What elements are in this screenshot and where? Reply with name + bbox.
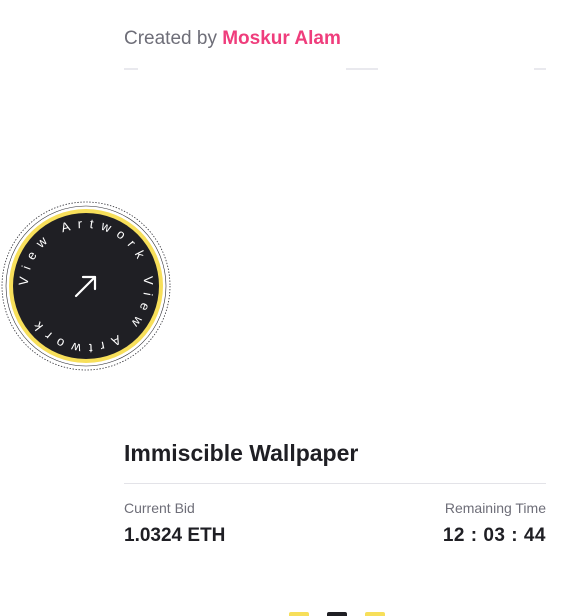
view-artwork-badge: View Artwork View Artwork — [1, 201, 171, 371]
artwork-image[interactable] — [124, 68, 546, 410]
view-artwork-button[interactable]: View Artwork View Artwork — [0, 200, 172, 372]
remaining-time-label: Remaining Time — [444, 500, 546, 516]
current-bid-label: Current Bid — [124, 500, 195, 516]
artwork-title: Immiscible Wallpaper — [124, 440, 359, 466]
artwork-edge — [534, 68, 546, 70]
pagination-dot-active[interactable] — [327, 612, 347, 616]
remaining-time-value: 12 : 03 : 44 — [442, 525, 546, 546]
created-by-label: Created by — [124, 28, 217, 49]
artwork-edge — [346, 68, 378, 70]
pagination-dot[interactable] — [365, 612, 385, 616]
artwork-edge — [124, 68, 138, 70]
divider — [124, 483, 546, 484]
creator-line: Created by Moskur Alam — [124, 28, 341, 50]
slider-pagination — [289, 612, 385, 616]
current-bid-value: 1.0324 ETH — [124, 525, 226, 546]
auction-card: Created by Moskur Alam View Artwork View… — [0, 0, 570, 616]
author-link[interactable]: Moskur Alam — [222, 28, 341, 49]
pagination-dot[interactable] — [289, 612, 309, 616]
